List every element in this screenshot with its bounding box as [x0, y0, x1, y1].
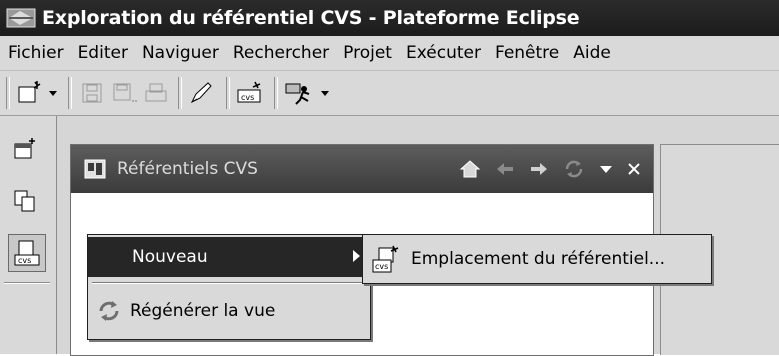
home-button[interactable]	[459, 158, 481, 180]
menu-aide[interactable]: Aide	[573, 43, 611, 63]
perspective-divider	[4, 282, 50, 284]
home-icon	[459, 160, 481, 178]
perspective-bar: cvs	[0, 116, 57, 354]
context-menu: Nouveau Régénérer la vue	[87, 234, 371, 340]
menu-item-new-label: Nouveau	[132, 247, 208, 267]
menu-item-refresh-label: Régénérer la vue	[130, 301, 276, 321]
toolbar-separator	[274, 77, 278, 109]
toolbar-separator	[178, 77, 182, 109]
back-arrow-icon	[497, 163, 513, 175]
print-button[interactable]	[142, 79, 170, 107]
cvs-repository-icon: cvs	[14, 240, 40, 266]
back-button[interactable]	[495, 161, 515, 177]
main-toolbar: cvs	[0, 71, 779, 116]
menu-naviguer[interactable]: Naviguer	[142, 43, 219, 63]
view-title: Référentiels CVS	[117, 159, 258, 179]
menu-item-repository-location-label: Emplacement du référentiel...	[411, 249, 666, 269]
new-dropdown-button[interactable]	[46, 79, 60, 107]
title-bar: Exploration du référentiel CVS - Platefo…	[0, 0, 779, 36]
save-button[interactable]	[78, 79, 106, 107]
menu-executer[interactable]: Exécuter	[406, 43, 481, 63]
refresh-view-button[interactable]	[563, 158, 585, 180]
view-menu-button[interactable]	[599, 164, 613, 174]
menu-fichier[interactable]: Fichier	[8, 43, 64, 63]
view-menu-icon	[600, 166, 612, 173]
run-dropdown-button[interactable]	[318, 79, 332, 107]
new-wizard-icon	[18, 81, 41, 103]
forward-arrow-icon	[531, 163, 547, 175]
toolbar-separator	[6, 77, 10, 109]
save-all-icon	[113, 83, 137, 102]
close-view-button[interactable]	[627, 162, 641, 176]
menu-item-refresh-view[interactable]: Régénérer la vue	[88, 291, 370, 331]
svg-text:cvs: cvs	[18, 256, 31, 265]
resource-perspective-icon[interactable]	[12, 188, 38, 214]
svg-text:cvs: cvs	[241, 93, 254, 102]
dropdown-arrow-icon	[321, 91, 329, 96]
svg-text:cvs: cvs	[375, 262, 388, 271]
menu-fenetre[interactable]: Fenêtre	[495, 43, 559, 63]
submenu-new: cvs Emplacement du référentiel...	[362, 234, 712, 284]
toolbar-separator	[68, 77, 72, 109]
run-icon	[285, 83, 310, 105]
dropdown-arrow-icon	[49, 91, 57, 96]
refresh-icon	[565, 160, 583, 178]
close-icon	[628, 163, 640, 175]
print-icon	[145, 83, 167, 102]
refresh-icon	[96, 298, 122, 324]
repository-view-icon	[84, 159, 106, 179]
cvs-icon: cvs	[237, 81, 261, 103]
menu-item-new[interactable]: Nouveau	[88, 237, 370, 277]
menu-editer[interactable]: Editer	[78, 43, 128, 63]
menu-item-repository-location[interactable]: cvs Emplacement du référentiel...	[367, 239, 707, 279]
pen-button[interactable]	[186, 79, 216, 107]
save-all-button[interactable]	[110, 79, 140, 107]
menu-bar: Fichier Editer Naviguer Rechercher Proje…	[0, 36, 779, 71]
save-icon	[82, 83, 102, 103]
toolbar-separator	[226, 77, 230, 109]
menu-rechercher[interactable]: Rechercher	[233, 43, 329, 63]
cvs-button[interactable]: cvs	[234, 79, 264, 107]
view-toolbar	[459, 157, 641, 181]
new-repository-location-icon: cvs	[372, 245, 399, 273]
run-button[interactable]	[282, 79, 316, 107]
pen-icon	[190, 82, 212, 104]
forward-button[interactable]	[529, 161, 549, 177]
new-wizard-button[interactable]	[14, 79, 44, 107]
eclipse-window: Exploration du référentiel CVS - Platefo…	[0, 0, 779, 356]
submenu-arrow-icon	[353, 250, 360, 262]
open-perspective-icon[interactable]	[12, 136, 38, 162]
view-tab[interactable]: Référentiels CVS	[71, 145, 653, 193]
cvs-perspective-button[interactable]: cvs	[8, 234, 46, 272]
eclipse-icon	[6, 8, 36, 28]
window-title: Exploration du référentiel CVS - Platefo…	[42, 7, 580, 29]
menu-separator	[92, 282, 366, 284]
menu-projet[interactable]: Projet	[343, 43, 392, 63]
